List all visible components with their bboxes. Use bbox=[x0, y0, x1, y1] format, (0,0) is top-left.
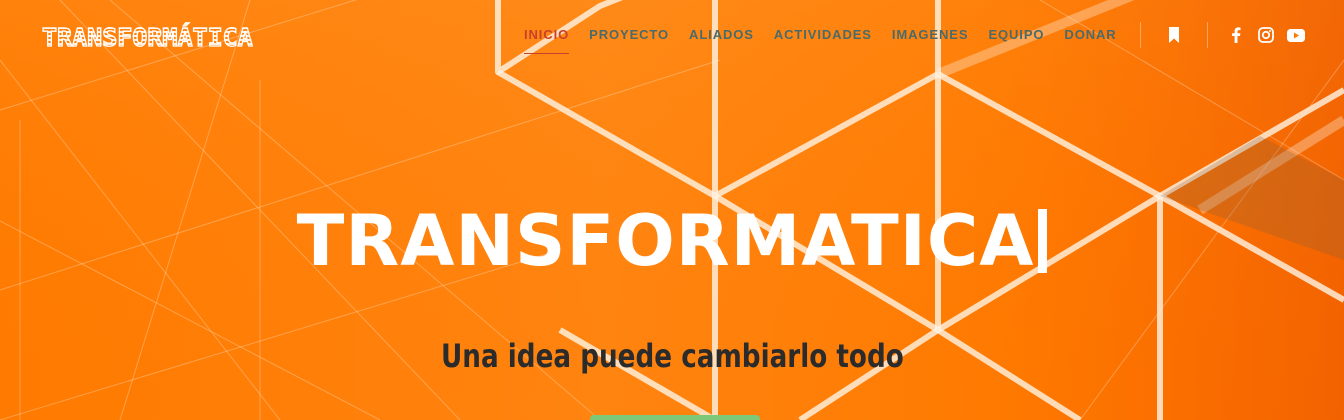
nav-item-actividades[interactable]: ACTIVIDADES bbox=[774, 26, 872, 46]
nav-item-aliados[interactable]: ALIADOS bbox=[689, 26, 754, 46]
nav-divider bbox=[1207, 22, 1208, 48]
hero-subtitle: Una idea puede cambiarlo todo bbox=[440, 337, 904, 375]
site-logo[interactable]: TRANSFORMÁTICA bbox=[41, 22, 253, 52]
facebook-icon[interactable] bbox=[1226, 25, 1246, 45]
main-navigation: INICIO PROYECTO ALIADOS ACTIVIDADES IMAG… bbox=[524, 26, 1137, 54]
cta-button[interactable] bbox=[590, 415, 760, 420]
logo-text: TRANSFORMÁTICA bbox=[41, 22, 253, 52]
hero-section: TRANSFORMÁTICA INICIO PROYECTO ALIADOS A… bbox=[0, 0, 1344, 420]
nav-item-equipo[interactable]: EQUIPO bbox=[988, 26, 1044, 46]
bookmark-icon[interactable] bbox=[1164, 25, 1184, 45]
nav-item-imagenes[interactable]: IMAGENES bbox=[892, 26, 969, 46]
nav-item-inicio[interactable]: INICIO bbox=[524, 26, 570, 54]
hero-title: TRANSFORMATICA bbox=[0, 196, 1344, 286]
nav-divider bbox=[1140, 22, 1141, 48]
hero-title-text: TRANSFORMATICA bbox=[296, 200, 1035, 282]
nav-item-donar[interactable]: DONAR bbox=[1064, 26, 1116, 46]
nav-item-proyecto[interactable]: PROYECTO bbox=[589, 26, 669, 46]
instagram-icon[interactable] bbox=[1256, 25, 1276, 45]
youtube-icon[interactable] bbox=[1286, 25, 1306, 45]
typing-cursor bbox=[1038, 209, 1048, 273]
